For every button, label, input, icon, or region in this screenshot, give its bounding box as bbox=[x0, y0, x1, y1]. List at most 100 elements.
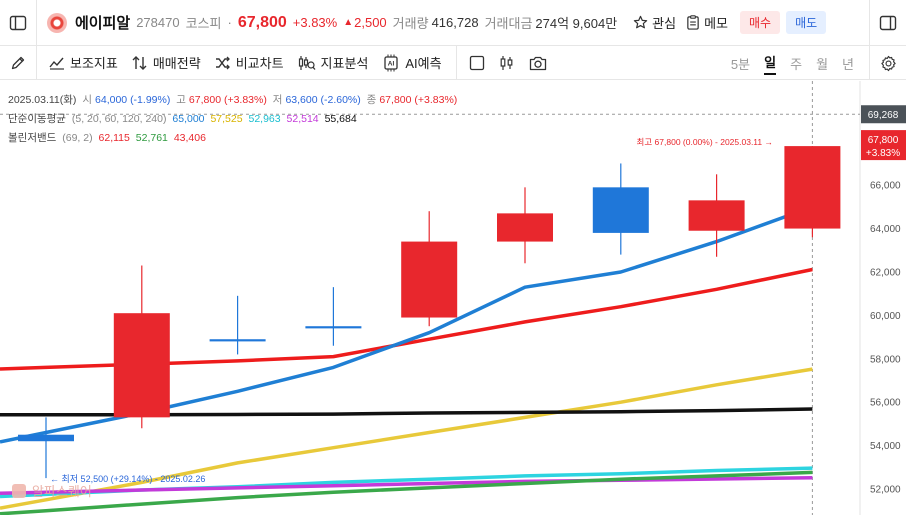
stock-name[interactable]: 에이피알 bbox=[75, 12, 130, 33]
period-5min[interactable]: 5분 bbox=[731, 54, 750, 73]
period-day[interactable]: 일 bbox=[764, 52, 777, 75]
candle-body bbox=[209, 339, 266, 342]
candle-body bbox=[113, 313, 170, 418]
price-tick-label: 56,000 bbox=[870, 398, 901, 409]
drawing-tool-button[interactable] bbox=[0, 46, 36, 80]
candle-body bbox=[784, 146, 841, 229]
bb-lower-value: 43,406 bbox=[173, 132, 206, 144]
watch-button[interactable]: 관심 bbox=[633, 13, 676, 32]
ma-label: 단순이동평균 bbox=[8, 113, 66, 125]
stock-logo bbox=[47, 12, 67, 33]
indicator-analysis-label: 지표분석 bbox=[320, 56, 369, 71]
bb-params: (69, 2) bbox=[62, 132, 93, 144]
change-amount: 2,500 bbox=[354, 15, 387, 30]
bb-mid-value: 52,761 bbox=[135, 132, 168, 144]
candles-search-icon bbox=[298, 55, 316, 70]
chart-type-box-button[interactable] bbox=[469, 55, 485, 71]
strategy-label: 매매전략 bbox=[152, 56, 201, 71]
divider bbox=[36, 45, 37, 80]
screenshot-button[interactable] bbox=[529, 55, 547, 71]
candle-body bbox=[305, 326, 362, 329]
candle-style-button[interactable] bbox=[499, 55, 515, 71]
crosshair-price-label: 69,268 bbox=[868, 110, 899, 121]
high-value: 67,800 (+3.83%) bbox=[188, 94, 267, 106]
info-date: 2025.03.11(화) bbox=[8, 94, 77, 106]
last-price-label: 67,800 bbox=[868, 135, 899, 146]
ma-params: (5, 20, 60, 120, 240) bbox=[71, 113, 167, 125]
price-tick-label: 52,000 bbox=[870, 484, 901, 495]
memo-icon bbox=[687, 15, 699, 30]
candlestick-icon bbox=[500, 55, 512, 70]
chart-settings-button[interactable] bbox=[870, 46, 906, 80]
open-label: 시 bbox=[82, 94, 93, 106]
close-value: 67,800 (+3.83%) bbox=[379, 94, 458, 106]
ma240-value: 55,684 bbox=[324, 113, 357, 125]
square-icon bbox=[469, 55, 484, 70]
buy-button[interactable]: 매수 bbox=[740, 11, 781, 34]
price-tick-label: 54,000 bbox=[870, 441, 901, 452]
up-triangle-icon: ▲ bbox=[343, 17, 354, 28]
divider bbox=[455, 45, 457, 80]
period-month[interactable]: 월 bbox=[816, 54, 828, 73]
candle-body bbox=[497, 213, 553, 242]
high-label: 고 bbox=[176, 94, 186, 106]
price-tick-label: 64,000 bbox=[870, 224, 901, 235]
low-label: 저 bbox=[272, 94, 283, 106]
ohlc-info-line: 2025.03.11(화) 시 64,000 (-1.99%) 고 67,800 (… bbox=[8, 92, 460, 107]
stock-header: 에이피알 278470 코스피 · 67,800 +3.83% ▲ 2,500 … bbox=[0, 0, 906, 46]
stock-code: 278470 bbox=[136, 15, 180, 30]
volume-label: 거래량 bbox=[392, 16, 429, 31]
period-week[interactable]: 주 bbox=[790, 54, 802, 73]
ma-legend[interactable]: 단순이동평균 (5, 20, 60, 120, 240) 65,000 57,5… bbox=[8, 111, 360, 126]
line-chart-icon bbox=[49, 57, 64, 70]
trade-value-label: 거래대금 bbox=[484, 16, 533, 31]
camera-icon bbox=[529, 56, 546, 70]
candle-body bbox=[18, 434, 74, 442]
ma20-value: 57,525 bbox=[210, 113, 243, 125]
last-change-label: +3.83% bbox=[866, 148, 900, 159]
volume-value: 416,728 bbox=[431, 15, 479, 30]
watermark-logo-icon bbox=[12, 484, 26, 498]
dot-separator: · bbox=[227, 15, 232, 30]
period-selector: 5분 일 주 월 년 bbox=[717, 46, 854, 80]
pencil-icon bbox=[11, 56, 25, 69]
strategy-button[interactable]: 매매전략 bbox=[132, 53, 201, 72]
bollinger-legend[interactable]: 볼린저밴드 (69, 2) 62,115 52,761 43,406 bbox=[8, 130, 209, 145]
candle-body bbox=[401, 241, 458, 318]
candle-body bbox=[592, 187, 649, 233]
price-chart[interactable]: 52,000 54,000 56,000 58,000 60,000 62,000 64,0… bbox=[0, 81, 906, 515]
candle-body bbox=[688, 200, 745, 231]
high-annotation: 최고 67,800 (0.00%) - 2025.03.11 → bbox=[637, 137, 773, 147]
bb-upper-value: 62,115 bbox=[98, 132, 130, 144]
ma60-value: 52,963 bbox=[248, 113, 281, 125]
current-price: 67,800 bbox=[237, 13, 287, 31]
price-tick-label: 62,000 bbox=[870, 267, 901, 278]
price-tick-label: 58,000 bbox=[870, 354, 901, 365]
trade-value: 274억 9,604만 bbox=[535, 16, 618, 31]
right-panel-toggle-button[interactable] bbox=[870, 0, 906, 46]
divider bbox=[36, 0, 37, 46]
memo-button[interactable]: 메모 bbox=[686, 13, 728, 32]
compare-chart-button[interactable]: 비교차트 bbox=[215, 53, 284, 72]
sell-button[interactable]: 매도 bbox=[786, 11, 827, 34]
bb-label: 볼린저밴드 bbox=[8, 132, 57, 144]
price-tick-label: 66,000 bbox=[870, 181, 901, 192]
watch-label: 관심 bbox=[652, 16, 677, 31]
gear-icon bbox=[880, 55, 896, 71]
ma120-value: 52,514 bbox=[286, 113, 319, 125]
indicator-button[interactable]: 보조지표 bbox=[49, 53, 118, 72]
ai-chip-icon: AI bbox=[384, 54, 399, 71]
panel-right-icon bbox=[879, 15, 897, 30]
price-tick-label: 60,000 bbox=[870, 311, 901, 322]
indicator-analysis-button[interactable]: 지표분석 bbox=[298, 53, 369, 72]
close-label: 종 bbox=[366, 94, 377, 106]
low-value: 63,600 (-2.60%) bbox=[285, 94, 361, 106]
ai-forecast-button[interactable]: AI AI예측 bbox=[382, 53, 442, 72]
open-value: 64,000 (-1.99%) bbox=[95, 94, 171, 106]
watermark-text: 알파스퀘어 bbox=[32, 485, 92, 500]
svg-text:AI: AI bbox=[388, 60, 395, 67]
star-icon bbox=[633, 15, 648, 29]
period-year[interactable]: 년 bbox=[842, 54, 854, 73]
ai-forecast-label: AI예측 bbox=[405, 56, 442, 71]
sidebar-toggle-button[interactable] bbox=[0, 0, 36, 46]
